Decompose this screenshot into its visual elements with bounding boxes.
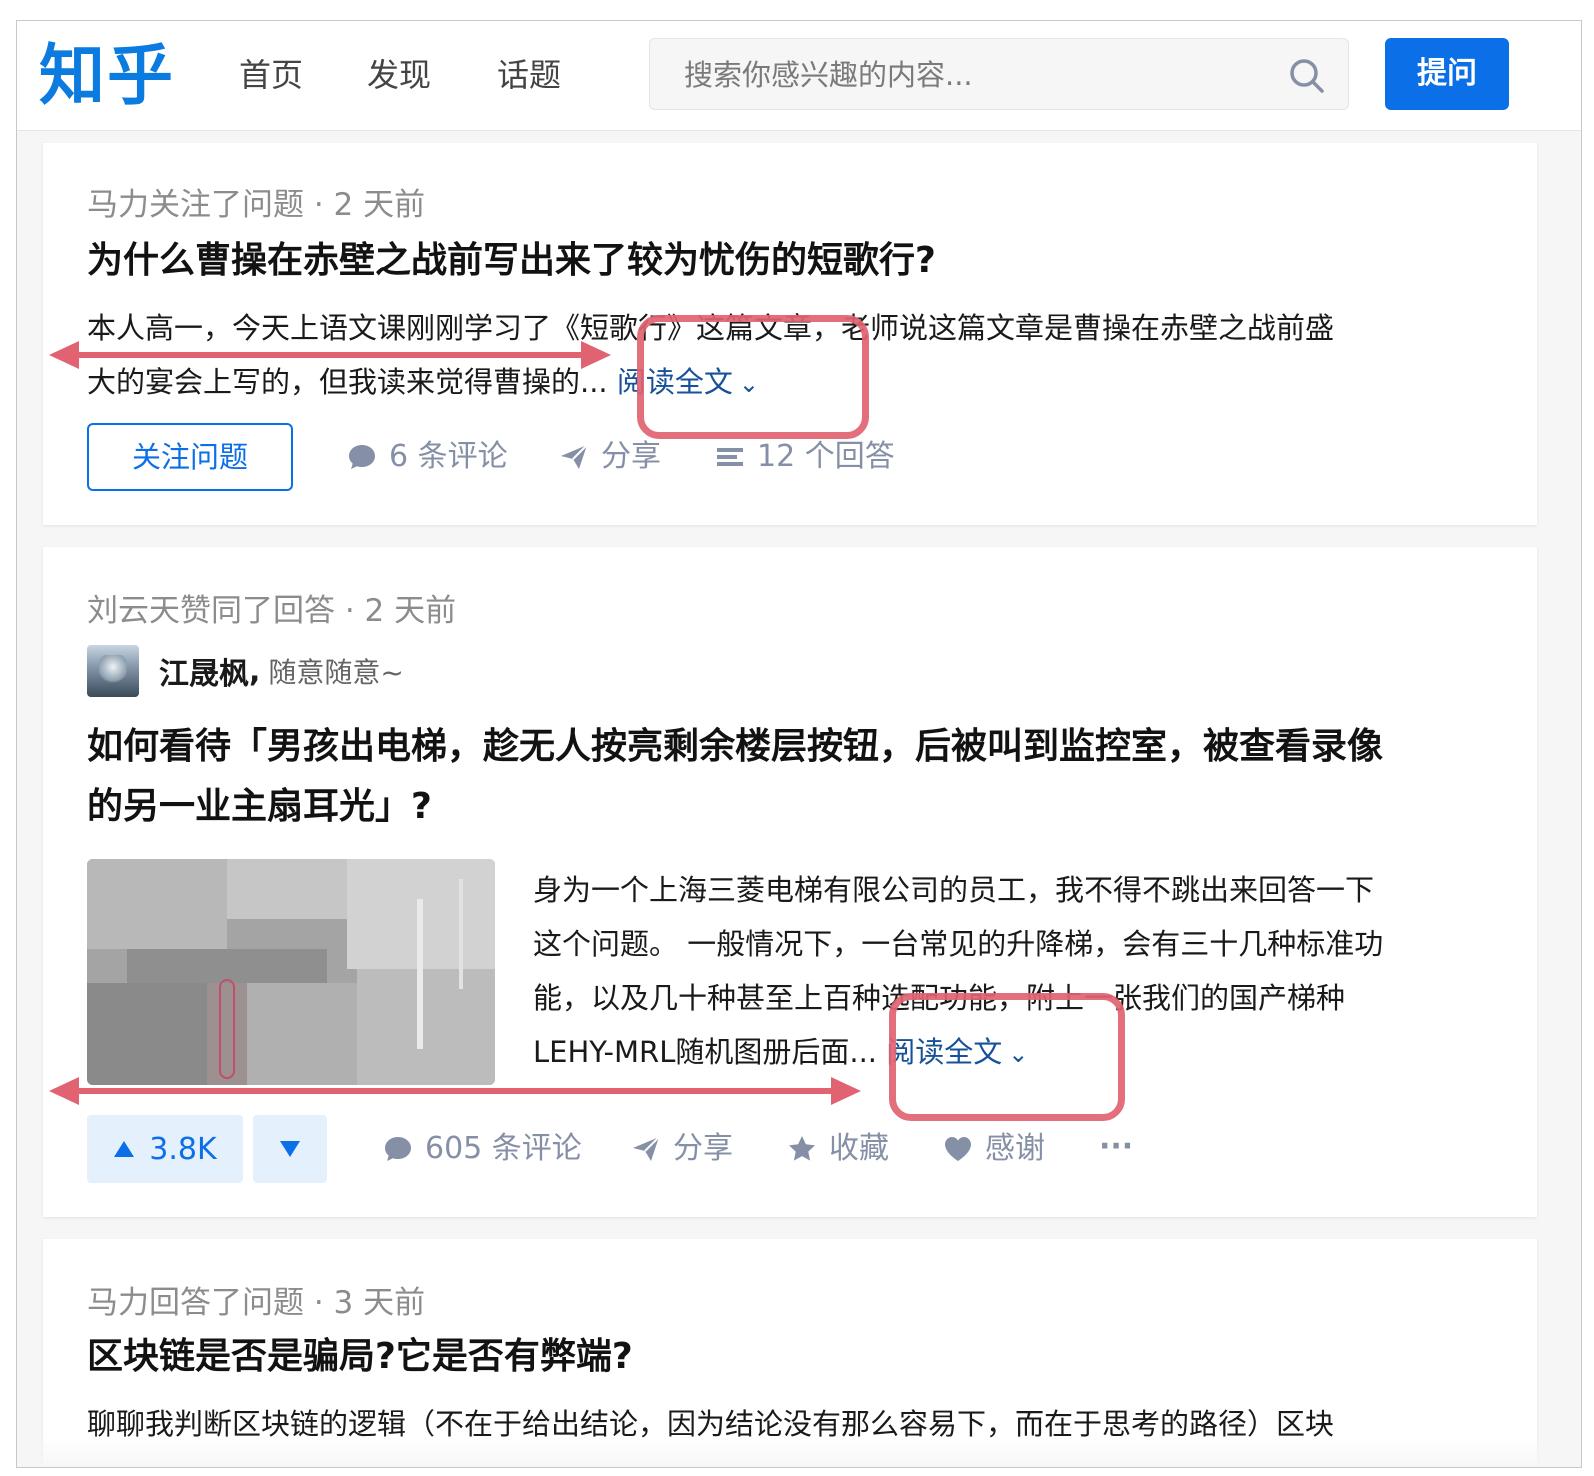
annotation-width-arrow <box>49 341 611 369</box>
annotation-width-arrow <box>49 1077 861 1105</box>
top-header: 知乎 首页 发现 话题 提问 <box>17 21 1581 131</box>
author-bio: 随意随意~ <box>268 656 404 689</box>
browser-frame: 知乎 首页 发现 话题 提问 马力关注了问题 · 2 天前 为什么曹操在赤壁之战… <box>16 20 1582 1468</box>
annotation-highlight-box <box>637 315 869 439</box>
downvote-icon <box>280 1141 300 1157</box>
answers-count-button[interactable]: 12 个回答 <box>715 437 895 477</box>
share-icon <box>561 444 588 469</box>
comments-label: 6 条评论 <box>389 439 508 474</box>
feed-card-answer: 刘云天赞同了回答 · 2 天前 江晟枫 , 随意随意~ 如何看待「男孩出电梯，趁… <box>43 547 1537 1217</box>
question-title[interactable]: 区块链是否是骗局?它是否有弊端? <box>87 1327 633 1387</box>
collect-label: 收藏 <box>829 1131 889 1166</box>
follow-question-button[interactable]: 关注问题 <box>87 423 293 491</box>
star-icon <box>789 1136 815 1161</box>
collect-button[interactable]: 收藏 <box>787 1129 889 1169</box>
question-title[interactable]: 如何看待「男孩出电梯，趁无人按亮剩余楼层按钮，后被叫到监控室，被查看录像 的另一… <box>87 717 1383 837</box>
answer-thumbnail[interactable] <box>87 859 495 1085</box>
share-button[interactable]: 分享 <box>631 1129 733 1169</box>
avatar[interactable] <box>87 645 139 697</box>
excerpt-line: 身为一个上海三菱电梯有限公司的员工，我不得不跳出来回答一下 <box>533 873 1375 907</box>
ask-question-button[interactable]: 提问 <box>1385 38 1509 110</box>
search-icon[interactable] <box>1288 57 1326 95</box>
more-options-button[interactable]: ··· <box>1099 1127 1133 1167</box>
search-box <box>649 38 1349 110</box>
share-icon <box>633 1136 660 1161</box>
nav-discover[interactable]: 发现 <box>367 55 431 95</box>
comment-icon <box>349 445 375 469</box>
comments-button[interactable]: 605 条评论 <box>383 1129 582 1169</box>
zhihu-logo[interactable]: 知乎 <box>39 31 175 121</box>
upvote-icon <box>114 1141 135 1157</box>
share-button[interactable]: 分享 <box>559 437 661 477</box>
card-meta: 马力关注了问题 · 2 天前 <box>87 187 426 223</box>
feed-card-answer-partial: 马力回答了问题 · 3 天前 区块链是否是骗局?它是否有弊端? 聊聊我判断区块链… <box>43 1239 1537 1467</box>
comment-icon <box>385 1137 411 1161</box>
search-input[interactable] <box>684 55 1244 95</box>
thanks-label: 感谢 <box>985 1131 1045 1166</box>
upvote-button[interactable]: 3.8K <box>87 1115 243 1183</box>
thanks-button[interactable]: 感谢 <box>943 1129 1045 1169</box>
card-meta: 马力回答了问题 · 3 天前 <box>87 1285 426 1321</box>
author-separator: , <box>249 653 261 689</box>
share-label: 分享 <box>673 1131 733 1166</box>
answers-label: 12 个回答 <box>757 439 895 474</box>
title-line: 的另一业主扇耳光」? <box>87 786 432 827</box>
excerpt-line: LEHY-MRL随机图册后面... <box>533 1035 878 1069</box>
excerpt-line: 这个问题。 一般情况下，一台常见的升降梯，会有三十几种标准功 <box>533 927 1384 961</box>
nav-home[interactable]: 首页 <box>239 55 303 95</box>
share-label: 分享 <box>601 439 661 474</box>
vote-count: 3.8K <box>149 1131 217 1167</box>
heart-icon <box>945 1137 971 1161</box>
author-info: 江晟枫 , 随意随意~ <box>87 645 404 697</box>
card-meta: 刘云天赞同了回答 · 2 天前 <box>87 593 457 629</box>
annotation-highlight-box <box>889 993 1125 1121</box>
scroll-fade <box>17 1437 1581 1467</box>
question-title[interactable]: 为什么曹操在赤壁之战前写出来了较为忧伤的短歌行? <box>87 231 936 291</box>
answers-icon <box>717 448 743 466</box>
author-name[interactable]: 江晟枫 <box>159 649 249 693</box>
comments-label: 605 条评论 <box>425 1131 582 1166</box>
title-line: 如何看待「男孩出电梯，趁无人按亮剩余楼层按钮，后被叫到监控室，被查看录像 <box>87 726 1384 767</box>
comments-button[interactable]: 6 条评论 <box>347 437 508 477</box>
downvote-button[interactable] <box>253 1115 327 1183</box>
nav-topics[interactable]: 话题 <box>497 55 561 95</box>
